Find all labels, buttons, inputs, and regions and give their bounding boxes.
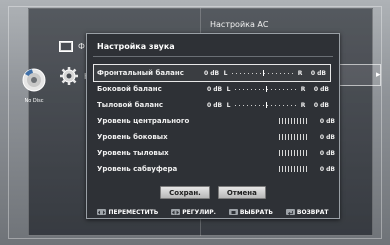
sound-setup-dialog: Настройка звука Фронтальный баланс 0 dB … (86, 33, 340, 219)
hint-select-label: ВЫБРАТЬ (239, 208, 273, 216)
left-marker: L (226, 101, 231, 109)
chevron-right-icon: ▸ (376, 70, 381, 80)
film-icon (58, 39, 74, 53)
level-value: 0 dB (319, 165, 335, 173)
level-value: 0 dB (319, 133, 335, 141)
return-icon (285, 209, 295, 215)
front-balance-slider[interactable]: 0 dB L R 0 dB (204, 70, 326, 77)
hint-move: ПЕРЕМЕСТИТЬ (97, 209, 158, 216)
right-marker: R (297, 69, 303, 77)
left-value: 0 dB (207, 101, 223, 109)
dpad-icon (97, 209, 107, 215)
left-marker: L (226, 85, 231, 93)
level-meter[interactable] (279, 134, 309, 140)
cancel-button[interactable]: Отмена (217, 186, 266, 199)
side-balance-row[interactable]: Боковой баланс 0 dB L R 0 dB (97, 81, 335, 97)
right-value: 0 dB (313, 101, 329, 109)
dialog-buttons: Сохран. Отмена (87, 186, 339, 199)
level-meter[interactable] (279, 150, 309, 156)
disc-label: No Disc (24, 98, 44, 104)
center-level-row[interactable]: Уровень центрального 0 dB (97, 113, 335, 129)
menu-row-1[interactable]: Ф (58, 38, 85, 54)
menu-row-1-label: Ф (78, 41, 85, 51)
row-label: Уровень сабвуфера (97, 165, 178, 173)
left-marker: L (223, 69, 228, 77)
balance-track (234, 86, 298, 92)
hint-select: ВЫБРАТЬ (228, 208, 273, 216)
remote-hints-bar: ПЕРЕМЕСТИТЬ РЕГУЛИР. ВЫБРАТЬ ВОЗВРАТ (87, 204, 339, 220)
row-label: Тыловой баланс (97, 101, 164, 109)
level-meter[interactable] (279, 118, 309, 124)
row-label: Уровень боковых (97, 133, 168, 141)
rear-balance-slider[interactable]: 0 dB L R 0 dB (207, 102, 329, 109)
right-marker: R (300, 101, 306, 109)
title-divider (93, 56, 333, 57)
left-right-arrows-icon (171, 209, 181, 215)
rear-level-row[interactable]: Уровень тыловых 0 dB (97, 145, 335, 161)
settings-list: Фронтальный баланс 0 dB L R 0 dB Боковой… (93, 64, 335, 177)
hint-back-label: ВОЗВРАТ (296, 208, 329, 216)
hint-adjust-label: РЕГУЛИР. (182, 208, 216, 216)
rear-balance-row[interactable]: Тыловой баланс 0 dB L R 0 dB (97, 97, 335, 113)
disc-status: No Disc (20, 68, 48, 108)
row-label: Боковой баланс (97, 85, 162, 93)
hint-back: ВОЗВРАТ (285, 208, 329, 216)
speaker-setup-title: Настройка АС (210, 20, 269, 29)
side-level-row[interactable]: Уровень боковых 0 dB (97, 129, 335, 145)
gear-icon (58, 66, 80, 86)
level-value: 0 dB (319, 117, 335, 125)
disc-icon (22, 68, 46, 96)
balance-track (231, 70, 295, 76)
hint-adjust: РЕГУЛИР. (171, 209, 216, 216)
row-label: Уровень тыловых (97, 149, 169, 157)
row-label: Уровень центрального (97, 117, 190, 125)
front-balance-row[interactable]: Фронтальный баланс 0 dB L R 0 dB (93, 64, 331, 82)
save-button[interactable]: Сохран. (160, 186, 210, 199)
hint-move-label: ПЕРЕМЕСТИТЬ (108, 208, 159, 216)
side-balance-slider[interactable]: 0 dB L R 0 dB (207, 86, 329, 93)
right-value: 0 dB (313, 85, 329, 93)
dialog-title: Настройка звука (97, 42, 175, 51)
left-value: 0 dB (207, 85, 223, 93)
balance-track (234, 102, 298, 108)
right-marker: R (300, 85, 306, 93)
level-meter[interactable] (279, 166, 309, 172)
left-value: 0 dB (204, 69, 220, 77)
right-value: 0 dB (310, 69, 326, 77)
subwoofer-level-row[interactable]: Уровень сабвуфера 0 dB (97, 161, 335, 177)
level-value: 0 dB (319, 149, 335, 157)
row-label: Фронтальный баланс (97, 69, 184, 77)
enter-icon (228, 209, 238, 215)
